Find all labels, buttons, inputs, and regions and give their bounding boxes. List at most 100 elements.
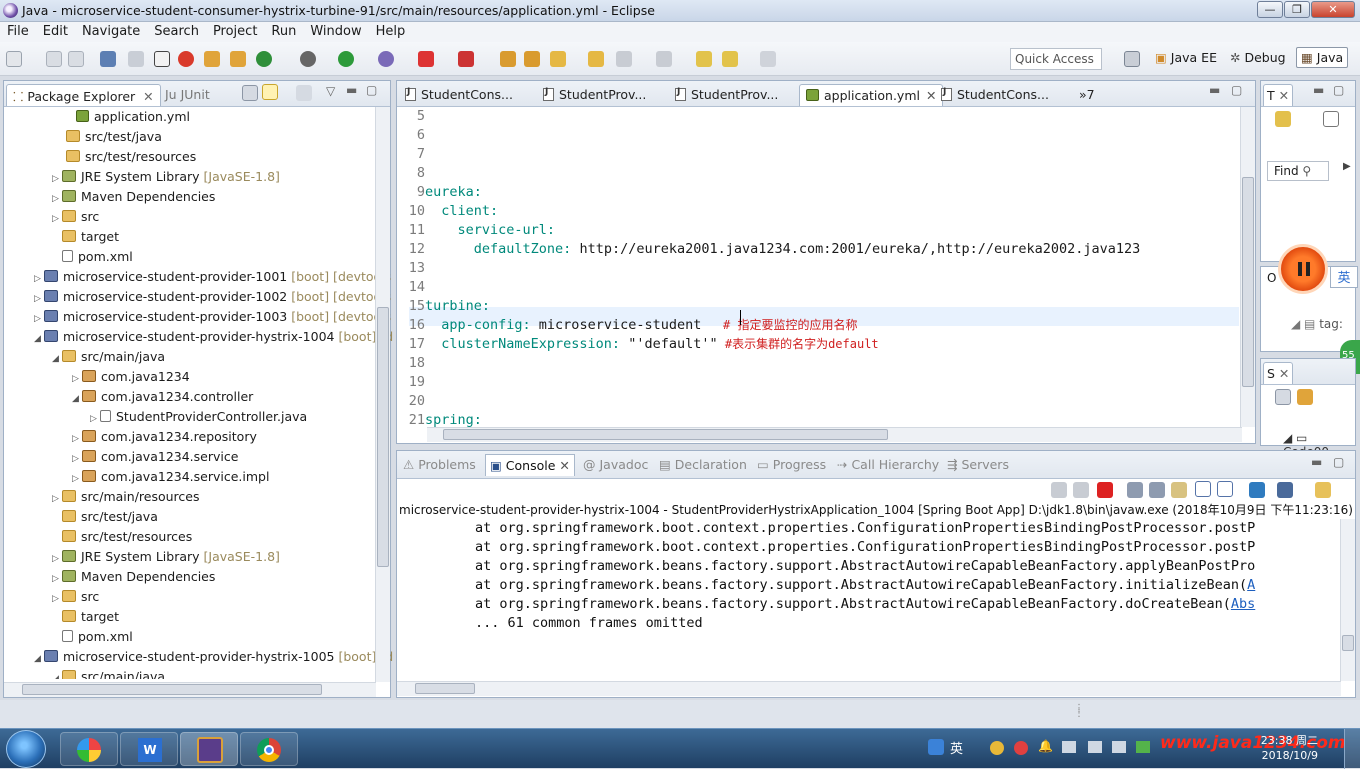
new-class-icon[interactable] bbox=[550, 51, 566, 67]
code-line[interactable]: 8 bbox=[405, 164, 425, 183]
tree-item[interactable]: ▷ com.java1234.service bbox=[72, 447, 238, 467]
tray-icon[interactable] bbox=[1088, 741, 1102, 753]
open-console-icon[interactable] bbox=[1315, 482, 1331, 498]
find-input[interactable]: Find ⚲ bbox=[1267, 161, 1329, 181]
console-line[interactable]: at org.springframework.boot.context.prop… bbox=[475, 538, 1255, 557]
editor-tab[interactable]: StudentProv... bbox=[669, 84, 784, 106]
show-on-stderr-icon[interactable] bbox=[1217, 481, 1233, 497]
tree-item[interactable]: src/test/resources bbox=[56, 147, 196, 167]
tree-item[interactable]: pom.xml bbox=[52, 627, 133, 647]
back-icon[interactable] bbox=[696, 51, 712, 67]
perspective-java-ee[interactable]: ▣ Java EE bbox=[1155, 50, 1217, 65]
menu-project[interactable]: Project bbox=[206, 22, 264, 39]
display-console-icon[interactable] bbox=[1277, 482, 1293, 498]
tabs-overflow[interactable]: »7 bbox=[1073, 84, 1101, 106]
pin-console-icon[interactable] bbox=[1249, 482, 1265, 498]
new-icon[interactable] bbox=[6, 51, 22, 67]
scroll-thumb[interactable] bbox=[22, 684, 322, 695]
console-line[interactable]: at org.springframework.boot.context.prop… bbox=[475, 519, 1255, 538]
code-line[interactable]: 6 bbox=[405, 126, 425, 145]
taskbar-app-chrome[interactable] bbox=[240, 732, 298, 766]
menu-search[interactable]: Search bbox=[147, 22, 206, 39]
code-line[interactable]: 19 bbox=[405, 373, 425, 392]
console-vscroll[interactable] bbox=[1340, 519, 1355, 681]
clear-console-icon[interactable] bbox=[1127, 482, 1143, 498]
show-on-stdout-icon[interactable] bbox=[1195, 481, 1211, 497]
stop-icon[interactable] bbox=[418, 51, 434, 67]
debug-icon[interactable] bbox=[378, 51, 394, 67]
tab-package-explorer[interactable]: ⸬ Package Explorer ✕ bbox=[6, 84, 161, 106]
new-task-icon[interactable] bbox=[1275, 111, 1291, 127]
code-line[interactable]: 20 bbox=[405, 392, 425, 411]
view-menu-icon[interactable]: ▽ bbox=[326, 84, 335, 98]
code-line[interactable]: 7 bbox=[405, 145, 425, 164]
perspective-debug[interactable]: ✲ Debug bbox=[1230, 50, 1286, 65]
menu-file[interactable]: File bbox=[0, 22, 36, 39]
git-icon[interactable] bbox=[256, 51, 272, 67]
tree-item[interactable]: ▷ microservice-student-provider-1001 [boo… bbox=[34, 267, 391, 287]
maximize-view-icon[interactable]: ▢ bbox=[1333, 83, 1344, 97]
categorize-icon[interactable] bbox=[1323, 111, 1339, 127]
code-line[interactable]: 15turbine: bbox=[405, 297, 490, 316]
tab-progress[interactable]: ▭ Progress bbox=[757, 457, 826, 472]
word-wrap-icon[interactable] bbox=[1171, 482, 1187, 498]
code-line[interactable]: 16 app-config: microservice-student # 指定… bbox=[405, 316, 858, 335]
tree-item[interactable]: src/test/java bbox=[52, 507, 158, 527]
console-line[interactable]: ... 61 common frames omitted bbox=[475, 614, 703, 633]
tree-item[interactable]: ◢ microservice-student-provider-hystrix-1… bbox=[34, 327, 393, 347]
ime-language-badge[interactable]: 英 bbox=[1330, 266, 1358, 288]
open-type-icon[interactable] bbox=[588, 51, 604, 67]
next-icon[interactable] bbox=[760, 51, 776, 67]
collapse-all-icon[interactable] bbox=[1275, 389, 1291, 405]
code-line[interactable]: 17 clusterNameExpression: "'default'" #表… bbox=[405, 335, 879, 354]
tree-item[interactable]: src/test/resources bbox=[52, 527, 192, 547]
tab-s-view[interactable]: S ✕ bbox=[1263, 362, 1294, 384]
tree-item[interactable]: target bbox=[52, 607, 119, 627]
server-icon[interactable] bbox=[204, 51, 220, 67]
menu-run[interactable]: Run bbox=[264, 22, 303, 39]
tab-call-hierarchy[interactable]: ⇢ Call Hierarchy bbox=[837, 457, 939, 472]
tab-javadoc[interactable]: @ Javadoc bbox=[583, 457, 648, 472]
console-line[interactable]: at org.springframework.beans.factory.sup… bbox=[475, 595, 1255, 614]
tree-item[interactable]: ▷ com.java1234.repository bbox=[72, 427, 257, 447]
maximize-view-icon[interactable]: ▢ bbox=[1333, 455, 1344, 469]
tree-item[interactable]: ◢ com.java1234.controller bbox=[72, 387, 253, 407]
scroll-thumb[interactable] bbox=[1242, 177, 1254, 387]
search-icon[interactable] bbox=[616, 51, 632, 67]
code-line[interactable]: 5 bbox=[405, 107, 425, 126]
tree-item[interactable]: ▷ src bbox=[52, 207, 99, 227]
scroll-thumb[interactable] bbox=[415, 683, 475, 694]
close-button[interactable]: ✕ bbox=[1311, 1, 1355, 18]
package-explorer-vscroll[interactable] bbox=[375, 107, 390, 682]
editor-tab[interactable]: StudentCons... bbox=[935, 84, 1055, 106]
editor-tab[interactable]: StudentCons... bbox=[399, 84, 519, 106]
editor-tab-active[interactable]: application.yml ✕ bbox=[799, 84, 944, 106]
tree-item[interactable]: ▷ Maven Dependencies bbox=[52, 567, 215, 587]
new-java-project-icon[interactable] bbox=[500, 51, 516, 67]
code-line[interactable]: 13 bbox=[405, 259, 425, 278]
tree-item[interactable]: ▷ microservice-student-provider-1002 [boo… bbox=[34, 287, 391, 307]
tree-item[interactable]: ▷ StudentProviderController.java bbox=[90, 407, 307, 427]
menu-window[interactable]: Window bbox=[303, 22, 368, 39]
focus-icon[interactable] bbox=[296, 85, 312, 101]
external-tools-icon[interactable] bbox=[458, 51, 474, 67]
code-line[interactable]: 18 bbox=[405, 354, 425, 373]
run-spring-icon[interactable] bbox=[178, 51, 194, 67]
stack-trace-link[interactable]: Abs bbox=[1231, 596, 1255, 612]
link-editor-icon[interactable] bbox=[262, 84, 278, 100]
stack-trace-link[interactable]: A bbox=[1247, 577, 1255, 593]
tree-item[interactable]: application.yml bbox=[66, 107, 190, 127]
input-method-icon[interactable] bbox=[928, 739, 944, 755]
minimize-button[interactable]: — bbox=[1257, 1, 1283, 18]
tree-item[interactable]: ▷ com.java1234 bbox=[72, 367, 190, 387]
scroll-lock-icon[interactable] bbox=[1149, 482, 1165, 498]
tree-item[interactable]: target bbox=[52, 227, 119, 247]
scroll-thumb[interactable] bbox=[1342, 635, 1354, 651]
taskbar-app-library[interactable] bbox=[60, 732, 118, 766]
minimize-view-icon[interactable]: ▬ bbox=[1311, 455, 1322, 469]
tray-icon[interactable] bbox=[1136, 741, 1150, 753]
tray-icon[interactable] bbox=[1014, 741, 1028, 755]
annotation-icon[interactable] bbox=[656, 51, 672, 67]
collapse-all-icon[interactable] bbox=[242, 85, 258, 101]
run-icon[interactable] bbox=[338, 51, 354, 67]
